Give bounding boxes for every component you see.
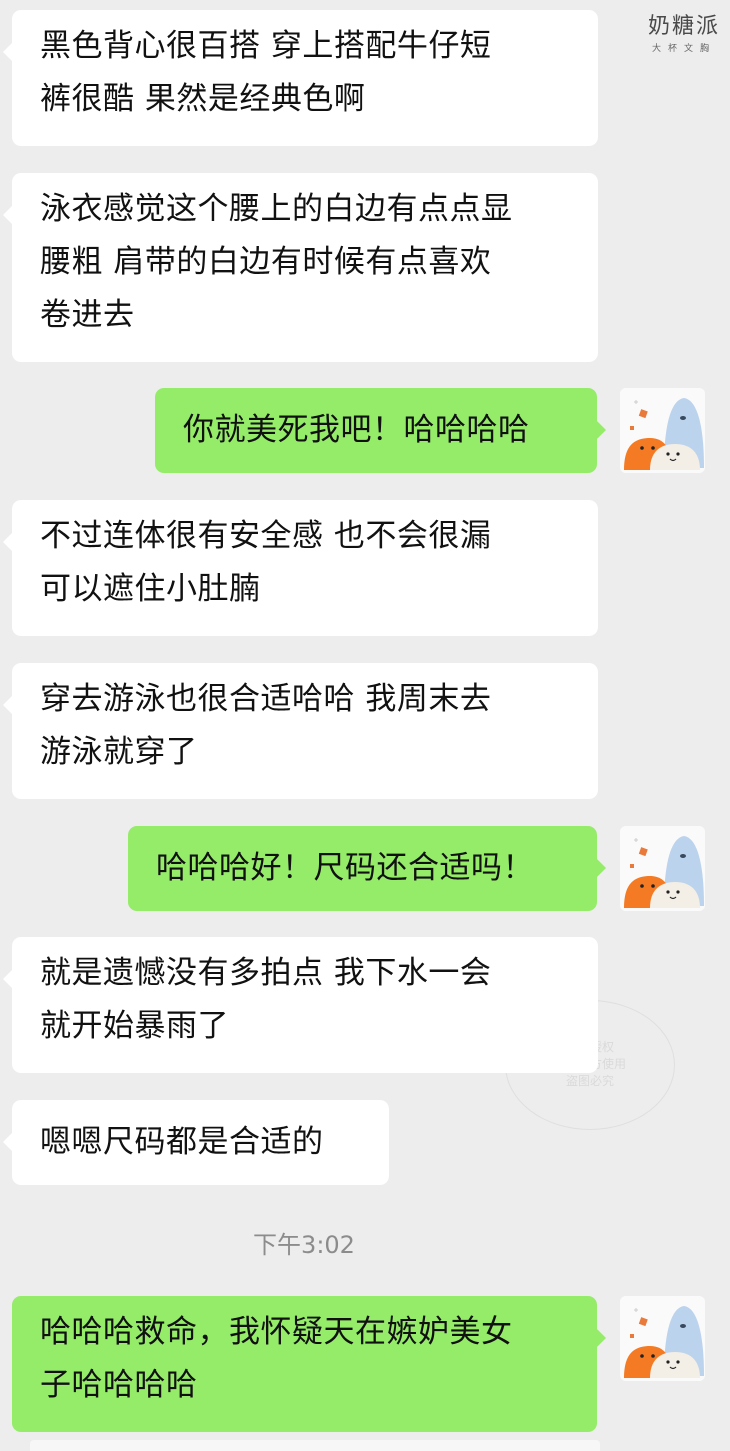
message-line: 嗯嗯尺码都是合适的 [40,1124,324,1160]
message-line: 你就美死我吧！哈哈哈哈 [183,412,530,448]
cartoon-characters-avatar-icon [620,388,705,473]
outgoing-message[interactable]: 哈哈哈好！尺码还合适吗！ [128,826,606,911]
brand-watermark-subtitle: 大杯文胸 [651,44,716,54]
incoming-message[interactable]: 不过连体很有安全感 也不会很漏 可以遮住小肚腩 [3,500,598,636]
outgoing-message[interactable]: 哈哈哈救命，我怀疑天在嫉妒美女 子哈哈哈哈 [12,1296,606,1432]
message-line: 哈哈哈救命，我怀疑天在嫉妒美女 [40,1314,513,1350]
user-avatar[interactable] [620,826,705,911]
brand-watermark: 奶糖派 大杯文胸 [648,8,720,54]
message-line: 就开始暴雨了 [40,1008,229,1044]
cartoon-characters-avatar-icon [620,1296,705,1381]
message-line: 子哈哈哈哈 [40,1367,198,1403]
message-line: 哈哈哈好！尺码还合适吗！ [156,850,534,886]
incoming-message[interactable]: 嗯嗯尺码都是合适的 [3,1100,389,1185]
incoming-message[interactable]: 穿去游泳也很合适哈哈 我周末去 游泳就穿了 [3,663,598,799]
message-line: 就是遗憾没有多拍点 我下水一会 [40,955,492,991]
incoming-message[interactable]: 黑色背心很百搭 穿上搭配牛仔短 裤很酷 果然是经典色啊 [3,10,598,146]
user-avatar[interactable] [620,388,705,473]
message-line: 裤很酷 果然是经典色啊 [40,81,366,117]
outgoing-message[interactable]: 你就美死我吧！哈哈哈哈 [155,388,606,473]
stamp-line: 盗图必究 [565,1074,614,1088]
incoming-message[interactable]: 就是遗憾没有多拍点 我下水一会 就开始暴雨了 [3,937,598,1073]
message-timestamp: 下午3:02 [253,1231,355,1259]
message-line: 腰粗 肩带的白边有时候有点喜欢 [40,244,492,280]
message-line: 泳衣感觉这个腰上的白边有点点显 [40,191,513,227]
message-line: 不过连体很有安全感 也不会很漏 [40,518,492,554]
message-line: 游泳就穿了 [40,734,198,770]
brand-watermark-name: 奶糖派 [647,14,720,39]
next-message-edge [30,1440,600,1451]
message-line: 可以遮住小肚腩 [40,571,261,607]
message-line: 黑色背心很百搭 穿上搭配牛仔短 [40,28,492,64]
message-line: 卷进去 [40,297,135,333]
message-line: 穿去游泳也很合适哈哈 我周末去 [40,681,492,717]
cartoon-characters-avatar-icon [620,826,705,911]
user-avatar[interactable] [620,1296,705,1381]
incoming-message[interactable]: 泳衣感觉这个腰上的白边有点点显 腰粗 肩带的白边有时候有点喜欢 卷进去 [3,173,598,362]
